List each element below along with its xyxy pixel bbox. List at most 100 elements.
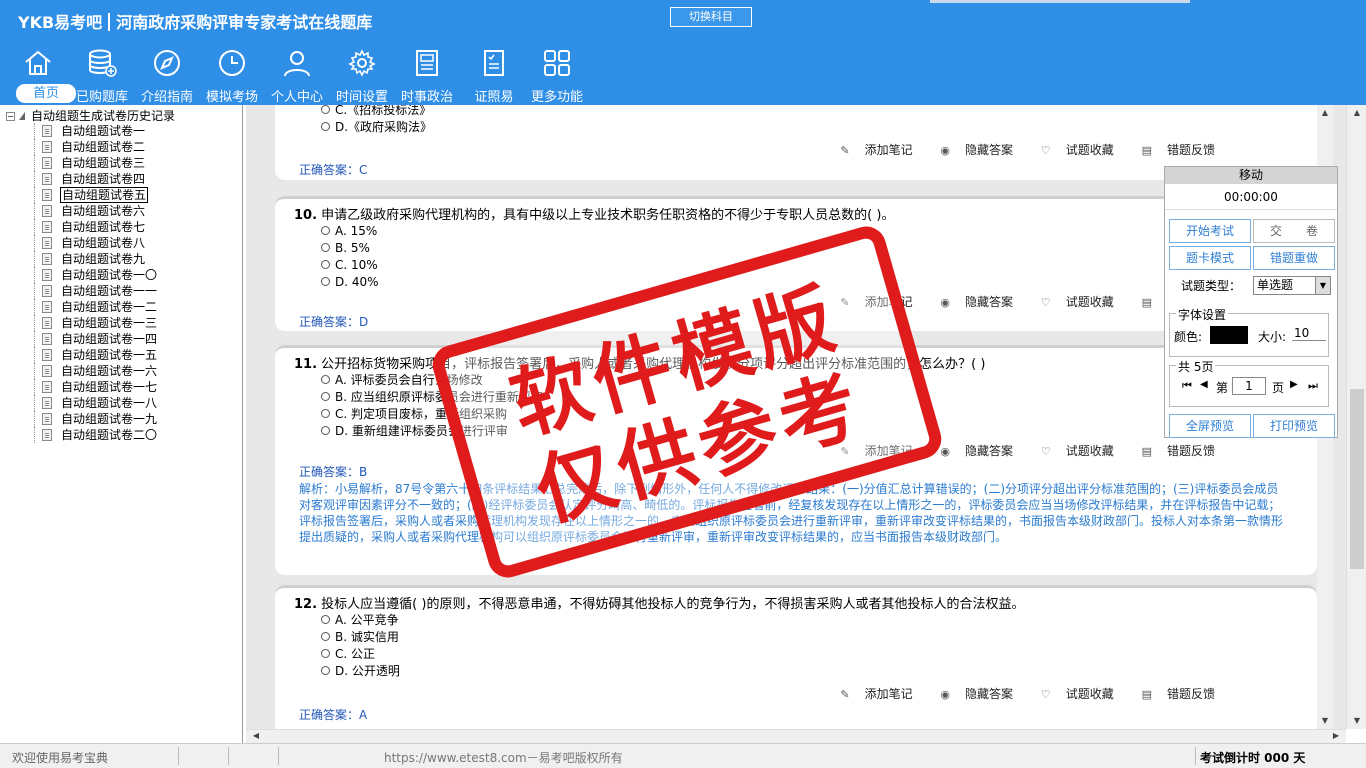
nav-certificate[interactable]: 证照易 [464, 44, 524, 105]
tree-item[interactable]: 自动组题试卷五 [0, 187, 242, 203]
nav-mock-exam[interactable]: 模拟考场 [202, 44, 262, 105]
tree-root[interactable]: − 自动组题生成试卷历史记录 [6, 107, 175, 123]
panel-drag-handle[interactable]: 移动 [1165, 167, 1337, 184]
radio-icon[interactable] [321, 105, 330, 114]
radio-icon[interactable] [321, 122, 330, 131]
tree-item[interactable]: 自动组题试卷七 [0, 219, 242, 235]
tree-item[interactable]: 自动组题试卷二〇 [0, 427, 242, 443]
nav-home[interactable]: 首页 [8, 44, 76, 104]
card-mode-button[interactable]: 题卡模式 [1169, 246, 1251, 270]
heart-icon: ♡ [1040, 296, 1051, 309]
tree-item[interactable]: 自动组题试卷四 [0, 171, 242, 187]
option-c[interactable]: C. 公正 [321, 646, 375, 663]
radio-icon[interactable] [321, 243, 330, 252]
nav-more[interactable]: 更多功能 [527, 44, 587, 105]
radio-icon[interactable] [321, 666, 330, 675]
nav-profile[interactable]: 个人中心 [267, 44, 327, 105]
tree-connector [34, 427, 35, 443]
option-b[interactable]: B. 诚实信用 [321, 629, 399, 646]
radio-icon[interactable] [321, 649, 330, 658]
main-scrollbar[interactable]: ▲ ▼ [1346, 105, 1366, 729]
favorite-button[interactable]: ♡ 试题收藏 [1029, 687, 1114, 701]
hide-answer-button[interactable]: ◉ 隐藏答案 [928, 444, 1013, 458]
tree-item[interactable]: 自动组题试卷一〇 [0, 267, 242, 283]
horizontal-scrollbar[interactable]: ◀ ▶ [246, 729, 1346, 743]
redo-wrong-button[interactable]: 错题重做 [1253, 246, 1335, 270]
question-type-select[interactable]: 单选题 ▼ [1253, 276, 1331, 295]
tree-item[interactable]: 自动组题试卷一 [0, 123, 242, 139]
option-b[interactable]: B. 5% [321, 240, 370, 257]
radio-icon[interactable] [321, 409, 330, 418]
tree-item[interactable]: 自动组题试卷八 [0, 235, 242, 251]
radio-icon[interactable] [321, 226, 330, 235]
favorite-button[interactable]: ♡ 试题收藏 [1029, 444, 1114, 458]
fullscreen-preview-button[interactable]: 全屏预览 [1169, 414, 1251, 438]
scroll-up-icon[interactable]: ▲ [1315, 105, 1335, 121]
start-exam-button[interactable]: 开始考试 [1169, 219, 1251, 243]
radio-icon[interactable] [321, 260, 330, 269]
scroll-left-icon[interactable]: ◀ [246, 729, 266, 743]
switch-subject-button[interactable]: 切换科目 [670, 7, 752, 27]
hide-answer-button[interactable]: ◉ 隐藏答案 [928, 143, 1013, 157]
favorite-button[interactable]: ♡ 试题收藏 [1029, 143, 1114, 157]
hide-answer-button[interactable]: ◉ 隐藏答案 [928, 295, 1013, 309]
nav-guide[interactable]: 介绍指南 [137, 44, 197, 105]
tree-item[interactable]: 自动组题试卷六 [0, 203, 242, 219]
last-page-icon[interactable]: ⏭ [1308, 379, 1318, 393]
first-page-icon[interactable]: ⏮ [1182, 379, 1192, 393]
tree-item[interactable]: 自动组题试卷二 [0, 139, 242, 155]
document-icon [42, 269, 52, 281]
scroll-up-icon[interactable]: ▲ [1347, 105, 1366, 121]
radio-icon[interactable] [321, 277, 330, 286]
tree-item[interactable]: 自动组题试卷三 [0, 155, 242, 171]
tree-connector [34, 331, 35, 347]
radio-icon[interactable] [321, 392, 330, 401]
nav-current-affairs[interactable]: 时事政治 [397, 44, 457, 105]
report-error-button[interactable]: ▤错题反馈 [1130, 143, 1215, 157]
hide-answer-button[interactable]: ◉ 隐藏答案 [928, 687, 1013, 701]
prev-page-icon[interactable]: ◀ [1200, 379, 1208, 390]
radio-icon[interactable] [321, 615, 330, 624]
option-a[interactable]: A. 公平竞争 [321, 612, 399, 629]
pencil-icon: ✎ [840, 144, 850, 157]
scroll-down-icon[interactable]: ▼ [1315, 713, 1335, 729]
tree-item[interactable]: 自动组题试卷一二 [0, 299, 242, 315]
eye-icon: ◉ [940, 688, 951, 701]
option-d[interactable]: D. 40% [321, 274, 379, 291]
option-c[interactable]: C. 10% [321, 257, 378, 274]
submit-button[interactable]: 交 卷 [1253, 219, 1335, 243]
radio-icon[interactable] [321, 375, 330, 384]
tree-item[interactable]: 自动组题试卷九 [0, 251, 242, 267]
tree-item[interactable]: 自动组题试卷一三 [0, 315, 242, 331]
nav-purchased[interactable]: 已购题库 [72, 44, 132, 105]
tree-item[interactable]: 自动组题试卷一五 [0, 347, 242, 363]
add-note-button[interactable]: ✎ 添加笔记 [828, 687, 912, 701]
radio-icon[interactable] [321, 426, 330, 435]
scroll-thumb[interactable] [1350, 389, 1364, 569]
tree-item[interactable]: 自动组题试卷一六 [0, 363, 242, 379]
collapse-icon[interactable]: − [6, 112, 15, 121]
option-d[interactable]: D. 公开透明 [321, 663, 400, 680]
scroll-down-icon[interactable]: ▼ [1347, 713, 1366, 729]
option-c[interactable]: C.《招标投标法》 [321, 105, 431, 119]
report-error-button[interactable]: ▤错题反馈 [1130, 687, 1215, 701]
print-preview-button[interactable]: 打印预览 [1253, 414, 1335, 438]
report-error-button[interactable]: ▤错题反馈 [1130, 444, 1215, 458]
tree-item[interactable]: 自动组题试卷一四 [0, 331, 242, 347]
add-note-button[interactable]: ✎ 添加笔记 [828, 143, 912, 157]
tree-connector [34, 363, 35, 379]
next-page-icon[interactable]: ▶ [1290, 379, 1298, 390]
tree-item[interactable]: 自动组题试卷一七 [0, 379, 242, 395]
tree-item[interactable]: 自动组题试卷一九 [0, 411, 242, 427]
nav-time-settings[interactable]: 时间设置 [332, 44, 392, 105]
favorite-button[interactable]: ♡ 试题收藏 [1029, 295, 1114, 309]
color-swatch[interactable] [1210, 326, 1248, 344]
scroll-right-icon[interactable]: ▶ [1326, 729, 1346, 743]
font-size-input[interactable]: 10 [1292, 326, 1326, 341]
radio-icon[interactable] [321, 632, 330, 641]
tree-item[interactable]: 自动组题试卷一八 [0, 395, 242, 411]
option-d[interactable]: D.《政府采购法》 [321, 119, 432, 136]
tree-item[interactable]: 自动组题试卷一一 [0, 283, 242, 299]
option-a[interactable]: A. 15% [321, 223, 377, 240]
page-input[interactable]: 1 [1232, 377, 1266, 395]
